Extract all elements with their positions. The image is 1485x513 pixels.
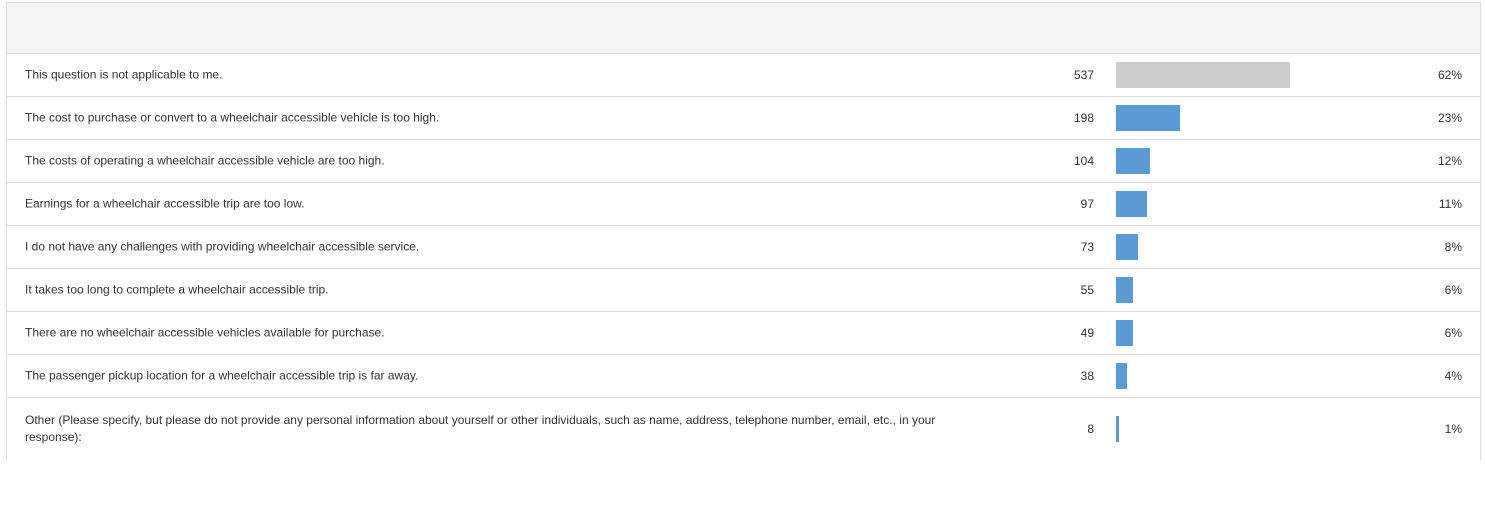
percentage-label: 23% xyxy=(1437,111,1462,125)
response-count: 104 xyxy=(1073,154,1094,168)
table-row: It takes too long to complete a wheelcha… xyxy=(7,269,1480,312)
bar xyxy=(1116,62,1290,88)
category-label: There are no wheelchair accessible vehic… xyxy=(25,325,385,340)
table-row: The costs of operating a wheelchair acce… xyxy=(7,140,1480,183)
table-row: The cost to purchase or convert to a whe… xyxy=(7,97,1480,140)
bar xyxy=(1116,105,1181,131)
category-label: The cost to purchase or convert to a whe… xyxy=(25,110,440,125)
category-label: The passenger pickup location for a whee… xyxy=(25,368,419,383)
bar-track xyxy=(1116,191,1396,217)
response-count: 198 xyxy=(1073,111,1094,125)
bar-track xyxy=(1116,277,1396,303)
percentage-label: 12% xyxy=(1437,154,1462,168)
response-count: 97 xyxy=(1080,197,1094,211)
category-label: It takes too long to complete a wheelcha… xyxy=(25,282,329,297)
bar-track xyxy=(1116,363,1396,389)
bar xyxy=(1116,416,1119,442)
bar-track xyxy=(1116,234,1396,260)
category-label: Other (Please specify, but please do not… xyxy=(25,413,936,444)
bar-track xyxy=(1116,148,1396,174)
category-label: I do not have any challenges with provid… xyxy=(25,239,420,254)
percentage-label: 1% xyxy=(1444,422,1462,436)
table-row: Earnings for a wheelchair accessible tri… xyxy=(7,183,1480,226)
table-row: Other (Please specify, but please do not… xyxy=(7,398,1480,460)
table-row: I do not have any challenges with provid… xyxy=(7,226,1480,269)
bar-track xyxy=(1116,105,1396,131)
table-row: The passenger pickup location for a whee… xyxy=(7,355,1480,398)
table-body: This question is not applicable to me. 53… xyxy=(7,54,1480,460)
percentage-label: 4% xyxy=(1444,369,1462,383)
percentage-label: 11% xyxy=(1438,197,1462,211)
bar-track xyxy=(1116,416,1396,442)
percentage-label: 6% xyxy=(1444,283,1462,297)
response-count: 73 xyxy=(1080,240,1094,254)
bar xyxy=(1116,320,1133,346)
bar xyxy=(1116,363,1128,389)
response-count: 55 xyxy=(1080,283,1094,297)
bar-track xyxy=(1116,62,1396,88)
table-row: This question is not applicable to me. 53… xyxy=(7,54,1480,97)
response-count: 8 xyxy=(1087,422,1094,436)
category-label: The costs of operating a wheelchair acce… xyxy=(25,153,385,168)
bar xyxy=(1116,148,1150,174)
percentage-label: 8% xyxy=(1444,240,1462,254)
category-label: This question is not applicable to me. xyxy=(25,67,223,82)
bar xyxy=(1116,191,1147,217)
results-table: This question is not applicable to me. 53… xyxy=(6,2,1481,460)
bar xyxy=(1116,234,1139,260)
table-header xyxy=(7,2,1480,54)
response-count: 38 xyxy=(1080,369,1094,383)
percentage-label: 62% xyxy=(1437,68,1462,82)
category-label: Earnings for a wheelchair accessible tri… xyxy=(25,196,305,211)
table-row: There are no wheelchair accessible vehic… xyxy=(7,312,1480,355)
bar-track xyxy=(1116,320,1396,346)
response-count: 537 xyxy=(1073,68,1094,82)
percentage-label: 6% xyxy=(1444,326,1462,340)
bar xyxy=(1116,277,1133,303)
response-count: 49 xyxy=(1080,326,1094,340)
